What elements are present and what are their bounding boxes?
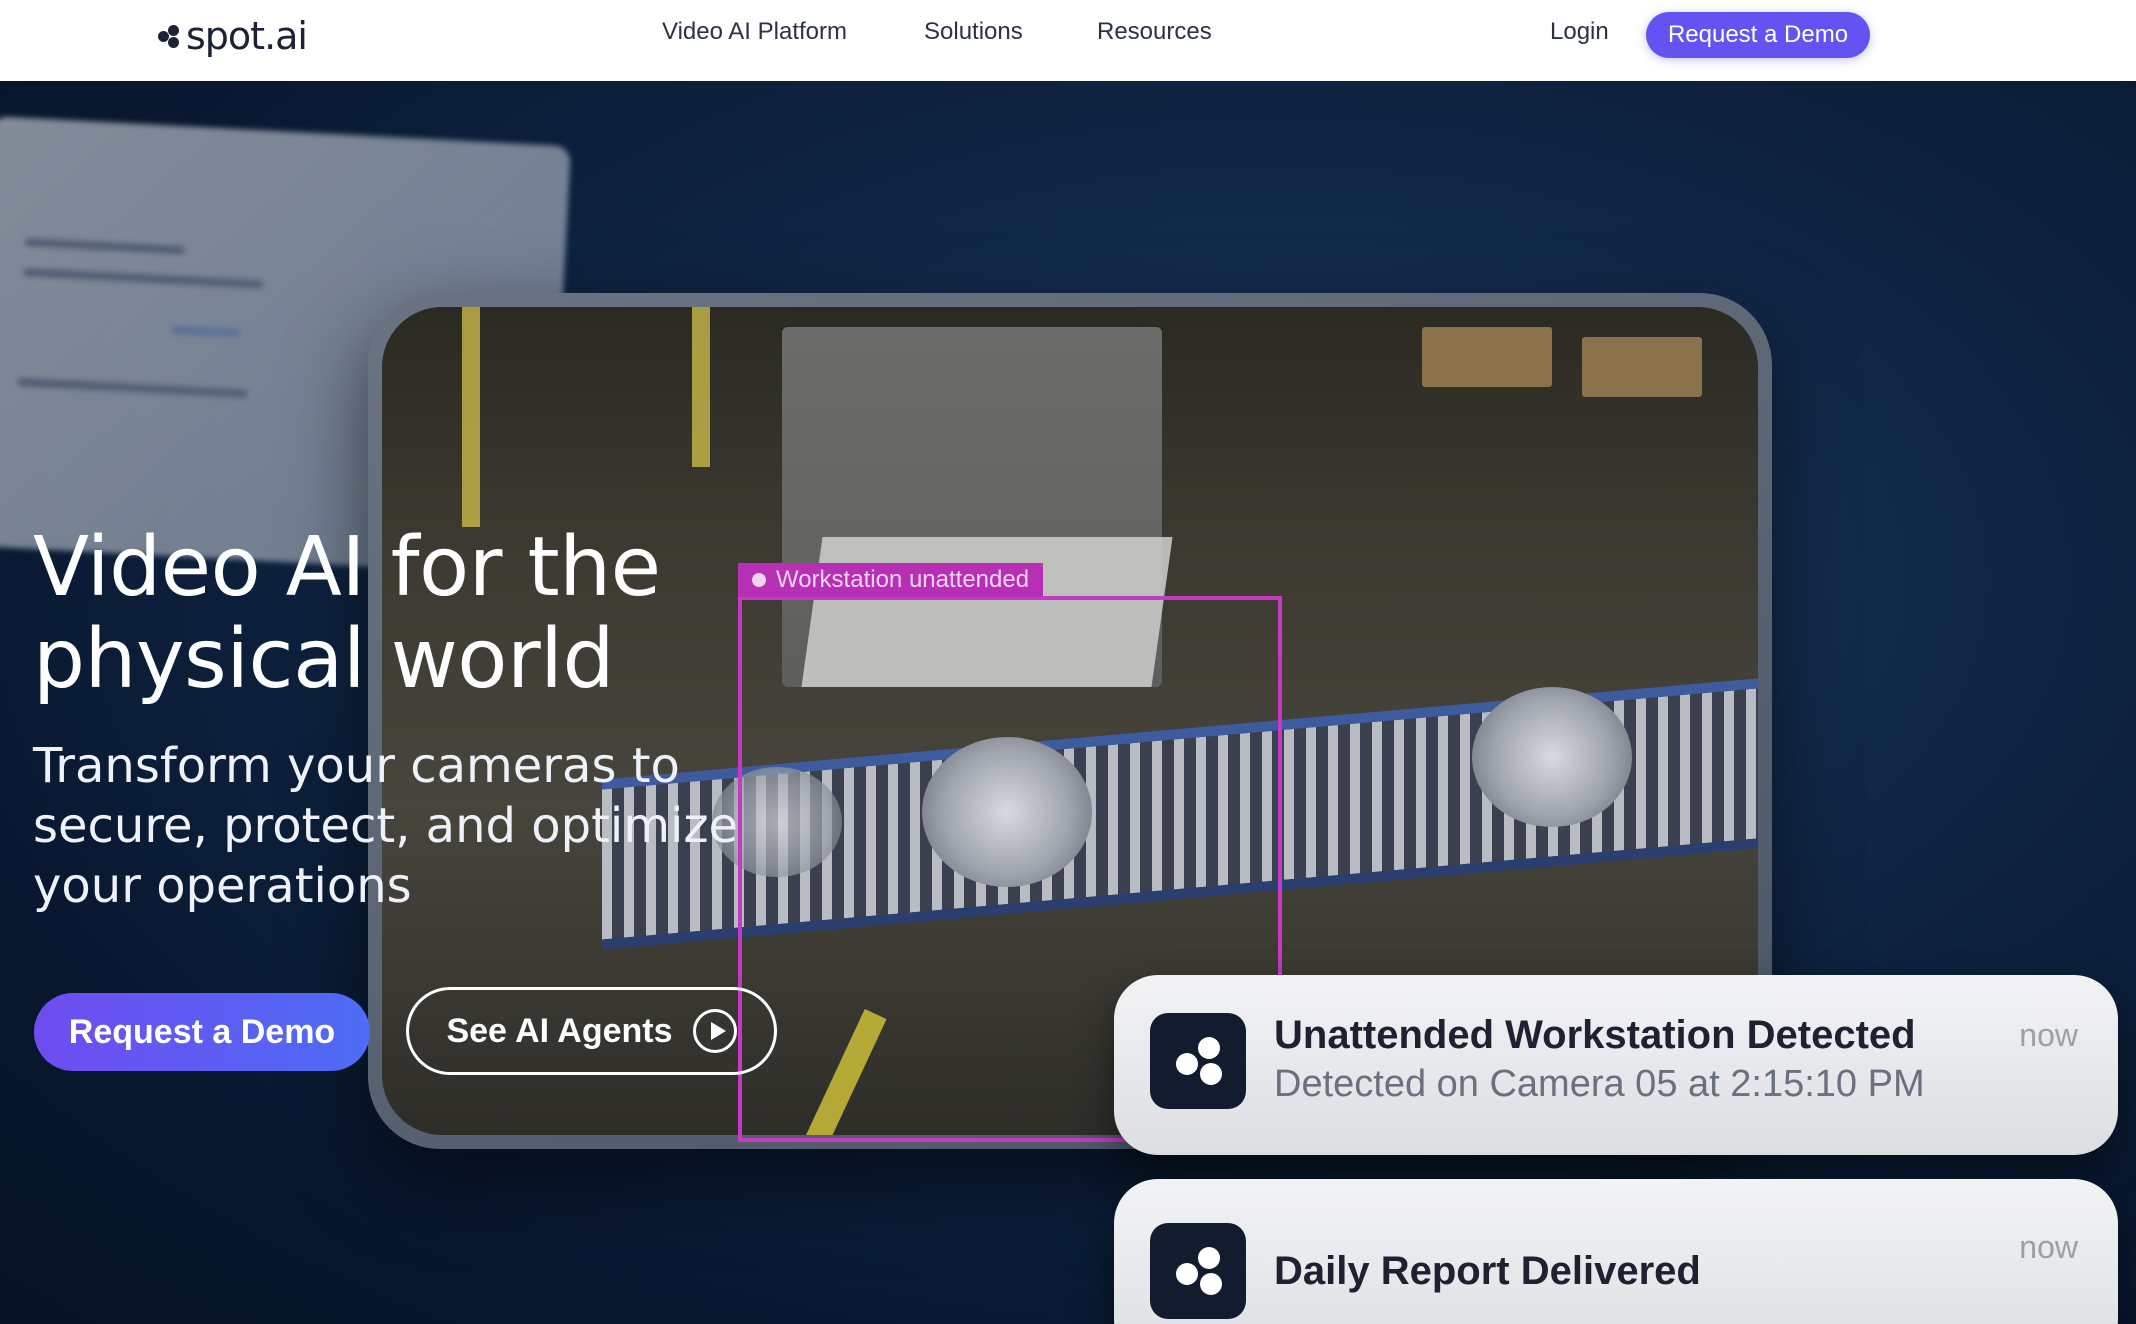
- login-link[interactable]: Login: [1550, 18, 1609, 46]
- spot-ai-logo[interactable]: spot.ai: [158, 14, 308, 58]
- notification-time: now: [2019, 1229, 2078, 1265]
- hero-request-demo-button[interactable]: Request a Demo: [34, 993, 370, 1071]
- logo-dots-icon: [158, 23, 182, 49]
- see-ai-agents-button[interactable]: See AI Agents: [406, 987, 777, 1075]
- detection-label-text: Workstation unattended: [776, 566, 1030, 593]
- hero-subtitle: Transform your cameras to secure, protec…: [33, 738, 739, 914]
- notification-card: Daily Report Delivered now: [1114, 1179, 2118, 1324]
- notification-title: Unattended Workstation Detected: [1274, 1013, 1916, 1057]
- play-icon: [692, 1009, 737, 1053]
- nav-link-solutions[interactable]: Solutions: [924, 18, 1023, 46]
- top-navigation: spot.ai Video AI Platform Solutions Reso…: [0, 0, 2136, 81]
- spot-ai-app-icon: [1150, 1223, 1246, 1319]
- nav-link-video-ai-platform[interactable]: Video AI Platform: [662, 18, 847, 46]
- notification-time: now: [2019, 1017, 2078, 1053]
- nav-request-demo-button[interactable]: Request a Demo: [1646, 12, 1870, 58]
- hero-title: Video AI for the physical world: [33, 522, 793, 706]
- hero-section: Workstation unattended Video AI for the …: [0, 81, 2136, 1324]
- see-ai-agents-label: See AI Agents: [446, 1011, 673, 1050]
- logo-text: spot.ai: [186, 14, 308, 58]
- notification-description: Detected on Camera 05 at 2:15:10 PM: [1274, 1063, 1925, 1105]
- nav-link-resources[interactable]: Resources: [1097, 18, 1212, 46]
- hero-title-line1: Video AI for the: [33, 520, 661, 615]
- notification-card: Unattended Workstation Detected Detected…: [1114, 975, 2118, 1155]
- spot-ai-app-icon: [1150, 1013, 1246, 1109]
- hero-title-line2: physical world: [33, 612, 615, 707]
- notification-title: Daily Report Delivered: [1274, 1249, 1701, 1293]
